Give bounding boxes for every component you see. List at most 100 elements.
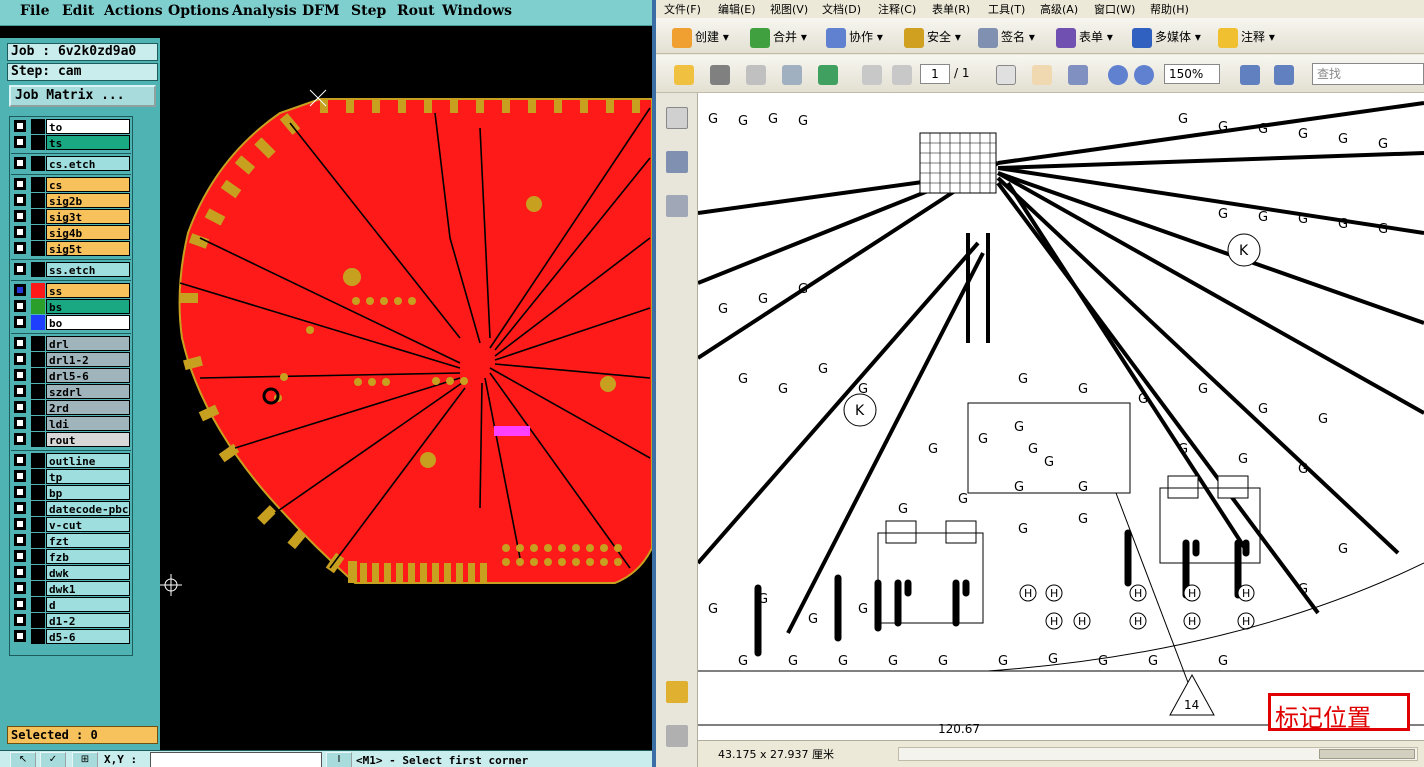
layer-color-swatch[interactable] bbox=[31, 629, 45, 644]
pdf-menu-document[interactable]: 文档(D) bbox=[822, 1, 861, 17]
tool-i-icon[interactable]: I bbox=[326, 752, 352, 767]
tool-grid-icon[interactable]: ⊞ bbox=[72, 752, 98, 767]
pdf-menu-comment[interactable]: 注释(C) bbox=[878, 1, 916, 17]
bookmarks-icon[interactable] bbox=[666, 151, 688, 173]
menu-edit[interactable]: Edit bbox=[62, 3, 94, 19]
layer-row-outline[interactable]: outline bbox=[13, 453, 130, 468]
layer-row-d1-2[interactable]: d1-2 bbox=[13, 613, 130, 628]
layer-color-swatch[interactable] bbox=[31, 315, 45, 330]
layer-checkbox[interactable] bbox=[14, 157, 26, 169]
page-number-input[interactable]: 1 bbox=[920, 64, 950, 84]
menu-windows[interactable]: Windows bbox=[442, 3, 512, 19]
layer-row-sig5t[interactable]: sig5t bbox=[13, 241, 130, 256]
layer-row-ts[interactable]: ts bbox=[13, 135, 130, 150]
layer-row-cs.etch[interactable]: cs.etch bbox=[13, 156, 130, 171]
layer-color-swatch[interactable] bbox=[31, 501, 45, 516]
layer-checkbox[interactable] bbox=[14, 454, 26, 466]
pdf-menu-file[interactable]: 文件(F) bbox=[664, 1, 701, 17]
page-up-icon[interactable] bbox=[862, 65, 882, 85]
pdf-menu-view[interactable]: 视图(V) bbox=[770, 1, 808, 17]
layer-checkbox[interactable] bbox=[14, 417, 26, 429]
layer-color-swatch[interactable] bbox=[31, 225, 45, 240]
forms-button[interactable]: 表单 ▾ bbox=[1056, 26, 1113, 48]
attachments-icon[interactable] bbox=[666, 725, 688, 747]
page-down-icon[interactable] bbox=[892, 65, 912, 85]
find-input[interactable]: 查找 bbox=[1312, 63, 1424, 85]
layer-checkbox[interactable] bbox=[14, 136, 26, 148]
layer-row-cs[interactable]: cs bbox=[13, 177, 130, 192]
menu-file[interactable]: File bbox=[20, 3, 49, 19]
layer-color-swatch[interactable] bbox=[31, 533, 45, 548]
job-matrix-button[interactable]: Job Matrix ... bbox=[9, 85, 156, 107]
layer-row-tp[interactable]: tp bbox=[13, 469, 130, 484]
pdf-menu-tools[interactable]: 工具(T) bbox=[988, 1, 1025, 17]
layer-checkbox[interactable] bbox=[14, 385, 26, 397]
tool-check-icon[interactable]: ✓ bbox=[40, 752, 66, 767]
layer-color-swatch[interactable] bbox=[31, 432, 45, 447]
layer-row-sig4b[interactable]: sig4b bbox=[13, 225, 130, 240]
layer-row-to[interactable]: to bbox=[13, 119, 130, 134]
layer-checkbox[interactable] bbox=[14, 598, 26, 610]
layer-checkbox[interactable] bbox=[14, 353, 26, 365]
fit-width-icon[interactable] bbox=[1240, 65, 1260, 85]
layer-row-ss.etch[interactable]: ss.etch bbox=[13, 262, 130, 277]
layer-checkbox[interactable] bbox=[14, 263, 26, 275]
layer-color-swatch[interactable] bbox=[31, 241, 45, 256]
layer-row-sig3t[interactable]: sig3t bbox=[13, 209, 130, 224]
pdf-menu-edit[interactable]: 编辑(E) bbox=[718, 1, 756, 17]
layer-checkbox[interactable] bbox=[14, 518, 26, 530]
layer-checkbox[interactable] bbox=[14, 120, 26, 132]
zoom-in-icon[interactable] bbox=[1134, 65, 1154, 85]
layer-color-swatch[interactable] bbox=[31, 400, 45, 415]
layer-color-swatch[interactable] bbox=[31, 469, 45, 484]
layer-checkbox[interactable] bbox=[14, 300, 26, 312]
layer-color-swatch[interactable] bbox=[31, 517, 45, 532]
layer-color-swatch[interactable] bbox=[31, 336, 45, 351]
layer-row-datecode-pbc[interactable]: datecode-pbc bbox=[13, 501, 130, 516]
layer-color-swatch[interactable] bbox=[31, 209, 45, 224]
layer-row-2rd[interactable]: 2rd bbox=[13, 400, 130, 415]
menu-dfm[interactable]: DFM bbox=[302, 3, 340, 19]
open-icon[interactable] bbox=[674, 65, 694, 85]
horizontal-scrollbar[interactable] bbox=[898, 747, 1418, 761]
layer-row-ldi[interactable]: ldi bbox=[13, 416, 130, 431]
create-button[interactable]: 创建 ▾ bbox=[672, 26, 729, 48]
security-button[interactable]: 安全 ▾ bbox=[904, 26, 961, 48]
layer-row-bs[interactable]: bs bbox=[13, 299, 130, 314]
layer-row-szdrl[interactable]: szdrl bbox=[13, 384, 130, 399]
merge-button[interactable]: 合并 ▾ bbox=[750, 26, 807, 48]
layer-checkbox[interactable] bbox=[14, 401, 26, 413]
layer-color-swatch[interactable] bbox=[31, 581, 45, 596]
layer-checkbox[interactable] bbox=[14, 550, 26, 562]
pdf-document-view[interactable]: GGGG GGGGGG GGGGG GGG GGGG GGGGGG GGGGGG… bbox=[698, 93, 1424, 740]
pages-icon[interactable] bbox=[666, 107, 688, 129]
layer-color-swatch[interactable] bbox=[31, 352, 45, 367]
layer-color-swatch[interactable] bbox=[31, 156, 45, 171]
layer-checkbox[interactable] bbox=[14, 502, 26, 514]
layer-color-swatch[interactable] bbox=[31, 368, 45, 383]
layer-checkbox[interactable] bbox=[14, 337, 26, 349]
layer-checkbox[interactable] bbox=[14, 369, 26, 381]
layer-row-fzb[interactable]: fzb bbox=[13, 549, 130, 564]
layer-color-swatch[interactable] bbox=[31, 299, 45, 314]
layer-color-swatch[interactable] bbox=[31, 549, 45, 564]
layer-checkbox[interactable] bbox=[14, 614, 26, 626]
print-icon[interactable] bbox=[710, 65, 730, 85]
layer-color-swatch[interactable] bbox=[31, 597, 45, 612]
layer-row-sig2b[interactable]: sig2b bbox=[13, 193, 130, 208]
text-select-icon[interactable] bbox=[996, 65, 1016, 85]
pdf-menu-window[interactable]: 窗口(W) bbox=[1094, 1, 1135, 17]
layer-color-swatch[interactable] bbox=[31, 119, 45, 134]
zoom-icon[interactable] bbox=[1068, 65, 1088, 85]
layer-row-v-cut[interactable]: v-cut bbox=[13, 517, 130, 532]
pdf-menu-help[interactable]: 帮助(H) bbox=[1150, 1, 1189, 17]
layer-checkbox[interactable] bbox=[14, 178, 26, 190]
layer-checkbox[interactable] bbox=[14, 534, 26, 546]
layer-row-dwk1[interactable]: dwk1 bbox=[13, 581, 130, 596]
layer-checkbox[interactable] bbox=[14, 582, 26, 594]
pdf-menu-forms[interactable]: 表单(R) bbox=[932, 1, 970, 17]
menu-actions[interactable]: Actions bbox=[104, 3, 163, 19]
layer-row-drl1-2[interactable]: drl1-2 bbox=[13, 352, 130, 367]
layer-color-swatch[interactable] bbox=[31, 193, 45, 208]
zoom-out-icon[interactable] bbox=[1108, 65, 1128, 85]
